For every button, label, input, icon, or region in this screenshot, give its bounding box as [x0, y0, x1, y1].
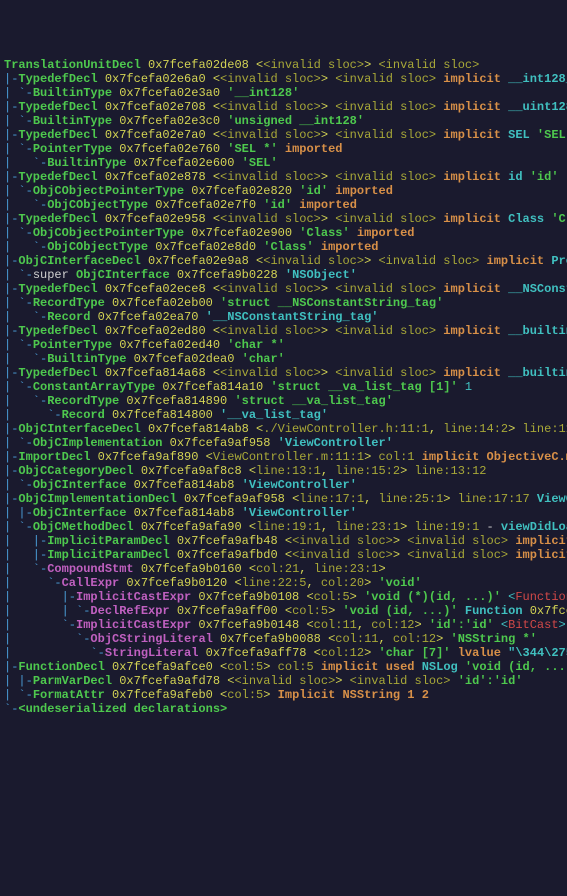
ast-line: | `-CompoundStmt 0x7fcefa9b0160 <col:21,… [4, 562, 563, 576]
ast-line: | `-BuiltinType 0x7fcefa02e3c0 'unsigned… [4, 114, 563, 128]
ast-line: |-FunctionDecl 0x7fcefa9afce0 <col:5> co… [4, 660, 563, 674]
ast-line: | `-ConstantArrayType 0x7fcefa814a10 'st… [4, 380, 563, 394]
ast-line: |-ObjCInterfaceDecl 0x7fcefa02e9a8 <<inv… [4, 254, 563, 268]
ast-line: |-ObjCInterfaceDecl 0x7fcefa814ab8 <./Vi… [4, 422, 563, 436]
ast-line: | `-BuiltinType 0x7fcefa02e600 'SEL' [4, 156, 563, 170]
ast-line: |-TypedefDecl 0x7fcefa02ed80 <<invalid s… [4, 324, 563, 338]
ast-line: |-TypedefDecl 0x7fcefa02ece8 <<invalid s… [4, 282, 563, 296]
ast-line: | `-ObjCObjectType 0x7fcefa02e7f0 'id' i… [4, 198, 563, 212]
ast-line: |-TypedefDecl 0x7fcefa02e878 <<invalid s… [4, 170, 563, 184]
ast-line: | `-ObjCStringLiteral 0x7fcefa9b0088 <co… [4, 632, 563, 646]
ast-line: `-<undeserialized declarations> [4, 702, 563, 716]
ast-line: |-ObjCCategoryDecl 0x7fcefa9af8c8 <line:… [4, 464, 563, 478]
ast-line: | `-BuiltinType 0x7fcefa02e3a0 '__int128… [4, 86, 563, 100]
ast-line: | |-ImplicitParamDecl 0x7fcefa9afbd0 <<i… [4, 548, 563, 562]
ast-line: | `-Record 0x7fcefa814800 '__va_list_tag… [4, 408, 563, 422]
ast-line: |-TypedefDecl 0x7fcefa814a68 <<invalid s… [4, 366, 563, 380]
ast-line: |-TypedefDecl 0x7fcefa02e708 <<invalid s… [4, 100, 563, 114]
ast-line: | `-ObjCObjectPointerType 0x7fcefa02e900… [4, 226, 563, 240]
ast-line: | `-BuiltinType 0x7fcefa02dea0 'char' [4, 352, 563, 366]
ast-line: | |-ObjCInterface 0x7fcefa814ab8 'ViewCo… [4, 506, 563, 520]
ast-line: | |-ParmVarDecl 0x7fcefa9afd78 <<invalid… [4, 674, 563, 688]
ast-line: | `-ObjCObjectPointerType 0x7fcefa02e820… [4, 184, 563, 198]
ast-line: | `-FormatAttr 0x7fcefa9afeb0 <col:5> Im… [4, 688, 563, 702]
ast-line: TranslationUnitDecl 0x7fcefa02de08 <<inv… [4, 58, 563, 72]
ast-line: |-TypedefDecl 0x7fcefa02e958 <<invalid s… [4, 212, 563, 226]
ast-line: | `-Record 0x7fcefa02ea70 '__NSConstantS… [4, 310, 563, 324]
ast-line: | `-ObjCObjectType 0x7fcefa02e8d0 'Class… [4, 240, 563, 254]
ast-line: | |-ImplicitCastExpr 0x7fcefa9b0108 <col… [4, 590, 563, 604]
ast-line: | `-RecordType 0x7fcefa02eb00 'struct __… [4, 296, 563, 310]
ast-line: | `-CallExpr 0x7fcefa9b0120 <line:22:5, … [4, 576, 563, 590]
ast-line: |-ObjCImplementationDecl 0x7fcefa9af958 … [4, 492, 563, 506]
ast-line: |-TypedefDecl 0x7fcefa02e7a0 <<invalid s… [4, 128, 563, 142]
ast-line: |-ImportDecl 0x7fcefa9af890 <ViewControl… [4, 450, 563, 464]
ast-line: |-TypedefDecl 0x7fcefa02e6a0 <<invalid s… [4, 72, 563, 86]
ast-line: | `-super ObjCInterface 0x7fcefa9b0228 '… [4, 268, 563, 282]
ast-line: | `-RecordType 0x7fcefa814890 'struct __… [4, 394, 563, 408]
ast-line: | `-ObjCImplementation 0x7fcefa9af958 'V… [4, 436, 563, 450]
ast-line: | `-ObjCMethodDecl 0x7fcefa9afa90 <line:… [4, 520, 563, 534]
ast-line: | `-ObjCInterface 0x7fcefa814ab8 'ViewCo… [4, 478, 563, 492]
ast-line: | |-ImplicitParamDecl 0x7fcefa9afb48 <<i… [4, 534, 563, 548]
ast-line: | `-ImplicitCastExpr 0x7fcefa9b0148 <col… [4, 618, 563, 632]
ast-line: | `-PointerType 0x7fcefa02e760 'SEL *' i… [4, 142, 563, 156]
ast-line: | `-PointerType 0x7fcefa02ed40 'char *' [4, 338, 563, 352]
ast-line: | | `-DeclRefExpr 0x7fcefa9aff00 <col:5>… [4, 604, 563, 618]
ast-line: | `-StringLiteral 0x7fcefa9aff78 <col:12… [4, 646, 563, 660]
ast-dump-output: TranslationUnitDecl 0x7fcefa02de08 <<inv… [0, 56, 567, 718]
